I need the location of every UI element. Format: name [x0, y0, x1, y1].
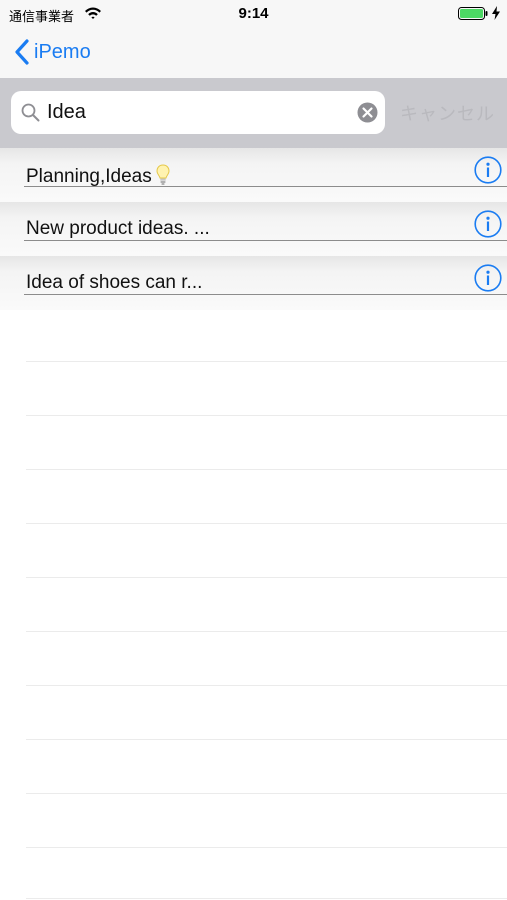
search-bar: キャンセル [0, 78, 507, 148]
empty-line [26, 415, 507, 416]
empty-line [26, 469, 507, 470]
search-results: Planning,Ideas New product ideas. ... Id… [0, 148, 507, 310]
info-icon[interactable] [474, 210, 502, 238]
back-label: iPemo [34, 40, 91, 63]
empty-line [26, 739, 507, 740]
info-icon[interactable] [474, 156, 502, 184]
empty-line [26, 523, 507, 524]
screen: 通信事業者 9:14 iPemo Idea キャンセル Planning,Ide… [0, 0, 507, 900]
row-underline [24, 294, 507, 295]
lightbulb-icon [156, 164, 170, 185]
back-button[interactable]: iPemo [14, 36, 91, 68]
row-underline [24, 240, 507, 241]
clear-search-icon[interactable] [357, 102, 378, 123]
info-icon[interactable] [474, 264, 502, 292]
row-underline [24, 186, 507, 187]
empty-line [26, 685, 507, 686]
clock: 9:14 [238, 5, 269, 22]
result-title: Planning,Ideas [26, 164, 170, 188]
search-field[interactable] [11, 91, 385, 134]
result-title: New product ideas. ... [26, 218, 210, 239]
result-row[interactable]: Planning,Ideas [0, 148, 507, 202]
empty-line [26, 361, 507, 362]
chevron-left-icon [15, 39, 29, 65]
empty-list-area [0, 308, 507, 900]
empty-line [26, 793, 507, 794]
empty-line [26, 631, 507, 632]
result-row[interactable]: Idea of shoes can r... [0, 256, 507, 310]
navigation-bar: iPemo [0, 28, 507, 78]
result-title: Idea of shoes can r... [26, 272, 203, 293]
search-input[interactable] [47, 96, 347, 129]
battery-icon [458, 7, 488, 20]
charging-bolt-icon [492, 6, 500, 20]
status-bar: 通信事業者 9:14 [0, 0, 507, 28]
result-row[interactable]: New product ideas. ... [0, 202, 507, 256]
empty-line [26, 577, 507, 578]
search-icon [21, 103, 40, 122]
cancel-button[interactable]: キャンセル [400, 100, 495, 126]
empty-line [26, 847, 507, 848]
empty-line [26, 898, 507, 899]
